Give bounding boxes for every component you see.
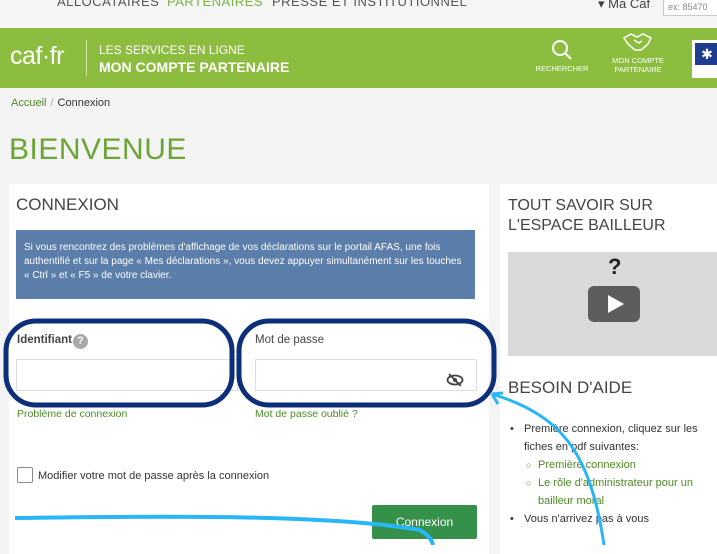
video-player[interactable]: ? [508, 252, 717, 356]
breadcrumb: Accueil / Connexion [11, 97, 110, 109]
breadcrumb-current: Connexion [57, 97, 111, 109]
password-input[interactable] [255, 359, 477, 391]
header-banner: caf·fr LES SERVICES EN LIGNE MON COMPTE … [0, 28, 717, 88]
sidebar-title-line1: TOUT SAVOIR SUR [508, 197, 653, 214]
list-item[interactable]: ○ Première connexion [508, 456, 708, 474]
handshake-icon [622, 33, 653, 51]
ma-caf-label: Ma Caf [608, 0, 651, 11]
list-item: • Vous n'arrivez pas à vous [510, 513, 650, 525]
help-heading: BESOIN D'AIDE [508, 378, 633, 397]
bullet-first-connection: Première connexion, cliquez sur les fich… [524, 423, 698, 453]
logo-divider [86, 40, 87, 76]
caf-logo[interactable]: caf·fr [10, 42, 64, 71]
page-title: BIENVENUE [9, 133, 187, 166]
question-mark-graphic: ? [608, 254, 622, 279]
login-heading: CONNEXION [16, 195, 119, 214]
partner-account-button[interactable]: MON COMPTE PARTENAIRE [604, 30, 672, 74]
play-icon [608, 295, 624, 313]
search-icon [552, 40, 572, 60]
connexion-button[interactable]: Connexion [372, 505, 477, 539]
eye-slash-icon[interactable] [446, 373, 464, 390]
link-premiere-connexion[interactable]: Première connexion [538, 459, 636, 471]
breadcrumb-home[interactable]: Accueil [11, 97, 46, 109]
identifiant-label: Identifiant [17, 334, 72, 346]
help-icon[interactable]: ? [73, 334, 88, 349]
password-label: Mot de passe [255, 334, 325, 346]
sidebar-title-line2: L'ESPACE BAILLEUR [508, 217, 666, 234]
nav-partenaires[interactable]: PARTENAIRES [167, 0, 263, 9]
partner-label-2: PARTENAIRE [614, 65, 662, 74]
list-item: • Première connexion, cliquez sur les fic… [510, 423, 698, 453]
info-alert: Si vous rencontrez des problèmes d'affic… [16, 230, 475, 299]
search-button[interactable]: RECHERCHER [528, 38, 596, 73]
top-search-input[interactable]: ex: 85470 [663, 0, 717, 16]
link-role-administrateur[interactable]: Le rôle d'administrateur pour un bailleu… [538, 477, 693, 507]
top-navigation: ALLOCATAIRES PARTENAIRES PRESSE ET INSTI… [0, 0, 717, 28]
problem-connexion-link[interactable]: Problème de connexion [17, 408, 127, 420]
chevron-down-icon: ▾ [598, 0, 605, 11]
snowflake-icon: ✱ [695, 43, 717, 65]
play-button[interactable] [588, 286, 640, 322]
partner-label-1: MON COMPTE [612, 56, 664, 65]
search-label: RECHERCHER [535, 64, 589, 73]
banner-title: MON COMPTE PARTENAIRE [99, 59, 290, 75]
republique-francaise-logo: ✱ [692, 40, 717, 78]
ma-caf-dropdown[interactable]: ▾ Ma Caf [598, 0, 650, 12]
identifiant-input[interactable] [16, 359, 238, 391]
forgot-password-link[interactable]: Mot de passe oublié ? [255, 408, 358, 420]
nav-presse[interactable]: PRESSE ET INSTITUTIONNEL [272, 0, 467, 9]
nav-allocataires[interactable]: ALLOCATAIRES [57, 0, 159, 9]
sidebar-title: TOUT SAVOIR SUR L'ESPACE BAILLEUR [508, 196, 708, 236]
banner-subtitle: LES SERVICES EN LIGNE [99, 43, 245, 57]
change-password-checkbox[interactable] [17, 467, 33, 483]
help-list: • Première connexion, cliquez sur les fic… [508, 420, 708, 528]
change-password-label[interactable]: Modifier votre mot de passe après la con… [38, 470, 269, 482]
list-item[interactable]: ○ Le rôle d'administrateur pour un baille… [508, 474, 708, 510]
bullet-problem: Vous n'arrivez pas à vous [524, 513, 650, 525]
breadcrumb-separator: / [50, 97, 54, 109]
